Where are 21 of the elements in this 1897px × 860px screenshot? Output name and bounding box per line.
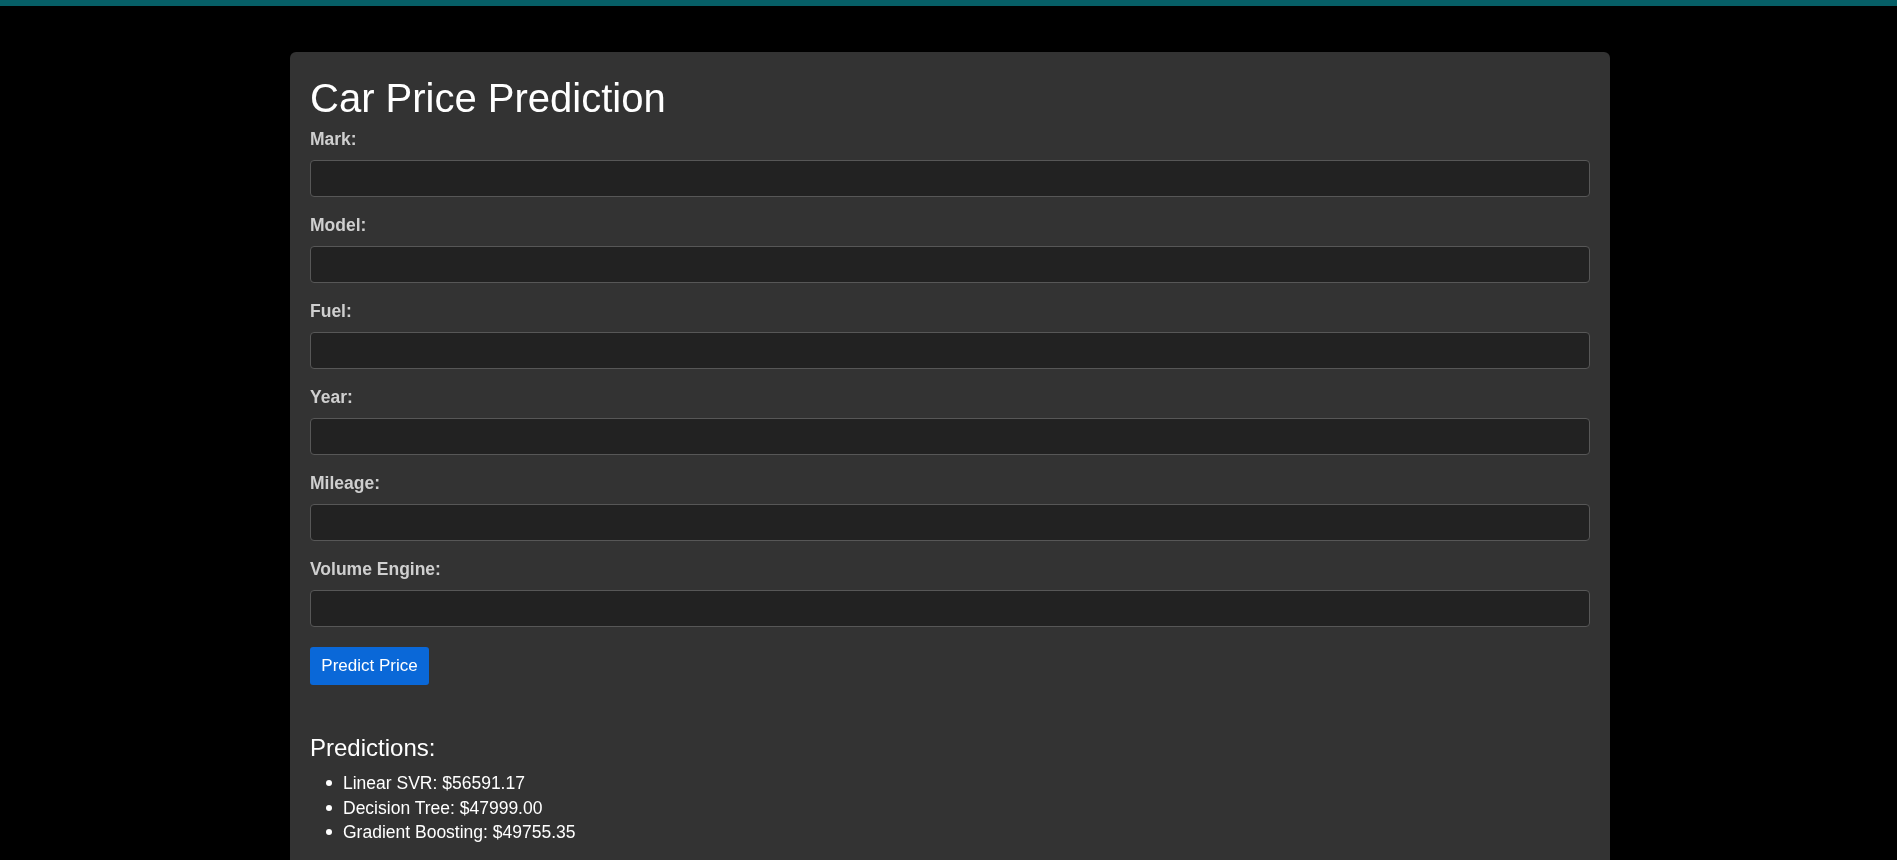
field-label: Year: bbox=[310, 387, 353, 407]
field-label: Volume Engine: bbox=[310, 559, 441, 579]
input-field[interactable] bbox=[310, 332, 1590, 369]
field-label: Mileage: bbox=[310, 473, 381, 493]
predict-price-button[interactable]: Predict Price bbox=[310, 647, 429, 685]
prediction-result: Decision Tree: $47999.00 bbox=[343, 796, 543, 820]
bullet-icon bbox=[326, 804, 332, 811]
field-label: Fuel: bbox=[310, 301, 352, 321]
input-field[interactable] bbox=[310, 160, 1590, 197]
predictions-heading: Predictions: bbox=[310, 734, 437, 762]
input-field[interactable] bbox=[310, 590, 1590, 627]
field-label: Mark: bbox=[310, 129, 357, 149]
bullet-icon bbox=[326, 829, 332, 836]
bullet-icon bbox=[326, 780, 332, 787]
input-field[interactable] bbox=[310, 418, 1590, 455]
input-field[interactable] bbox=[310, 246, 1590, 283]
input-field[interactable] bbox=[310, 504, 1590, 541]
prediction-result: Gradient Boosting: $49755.35 bbox=[343, 821, 576, 844]
field-label: Model: bbox=[310, 215, 367, 235]
prediction-result: Linear SVR: $56591.17 bbox=[343, 772, 525, 795]
page-title: Car Price Prediction bbox=[310, 75, 667, 121]
